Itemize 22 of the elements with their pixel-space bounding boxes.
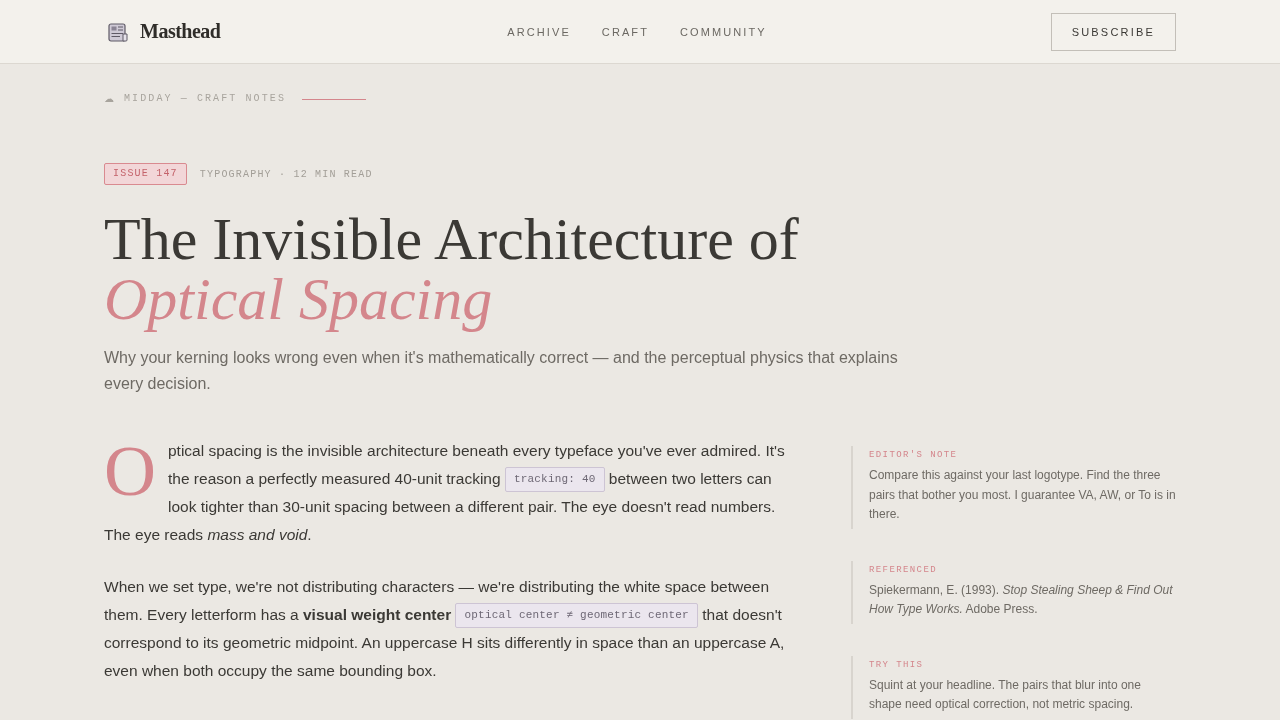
nav-link[interactable]: CRAFT — [601, 25, 649, 38]
nav-link[interactable]: COMMUNITY — [680, 25, 767, 38]
article-subtitle: Why your kerning looks wrong even when it's mathematically correct — and the perceptual physics that explains every decision. — [104, 348, 899, 394]
article-meta: TYPOGRAPHY · 12 MIN READ — [199, 168, 373, 180]
subscribe-button[interactable]: SUBSCRIBE — [1050, 12, 1176, 51]
cloud-icon: ☁ — [104, 93, 114, 105]
brand-name[interactable]: Masthead — [140, 20, 221, 43]
note-label: TRY THIS — [869, 658, 925, 671]
note-text: Compare this against your last logotype. Find the three pairs that bother you most. I guarantee VA, AW, or To is in there. — [869, 467, 1176, 523]
note-label: REFERENCED — [869, 563, 938, 576]
code-chip: tracking: 40 — [504, 467, 605, 493]
nav-link[interactable]: ARCHIVE — [507, 25, 571, 38]
drop-cap: O — [104, 437, 156, 505]
note-label: EDITOR'S NOTE — [869, 449, 959, 461]
note-text: Spiekermann, E. (1993). Stop Stealing Sheep & Find Out How Type Works. Adobe Press. — [869, 581, 1174, 618]
note-text: Squint at your headline. The pairs that blur into one shape need optical correction, not metric spacing. — [869, 676, 1142, 713]
accent-line — [302, 98, 367, 100]
section-label: MIDDAY — CRAFT NOTES — [124, 93, 287, 105]
issue-badge: ISSUE 147 — [104, 163, 187, 185]
body-paragraph: When we set type, we're not distributing characters — we're distributing the white space between them. Every letterform has a visual weight center optical center ≠ geometric center that doesn't correspond to its geometric midpoint. An uppercase H sits differently in space than an uppercase A, even when both occupy the same bounding box. — [104, 577, 786, 681]
code-chip: optical center ≠ geometric center — [455, 603, 698, 629]
newspaper-icon — [108, 21, 128, 42]
